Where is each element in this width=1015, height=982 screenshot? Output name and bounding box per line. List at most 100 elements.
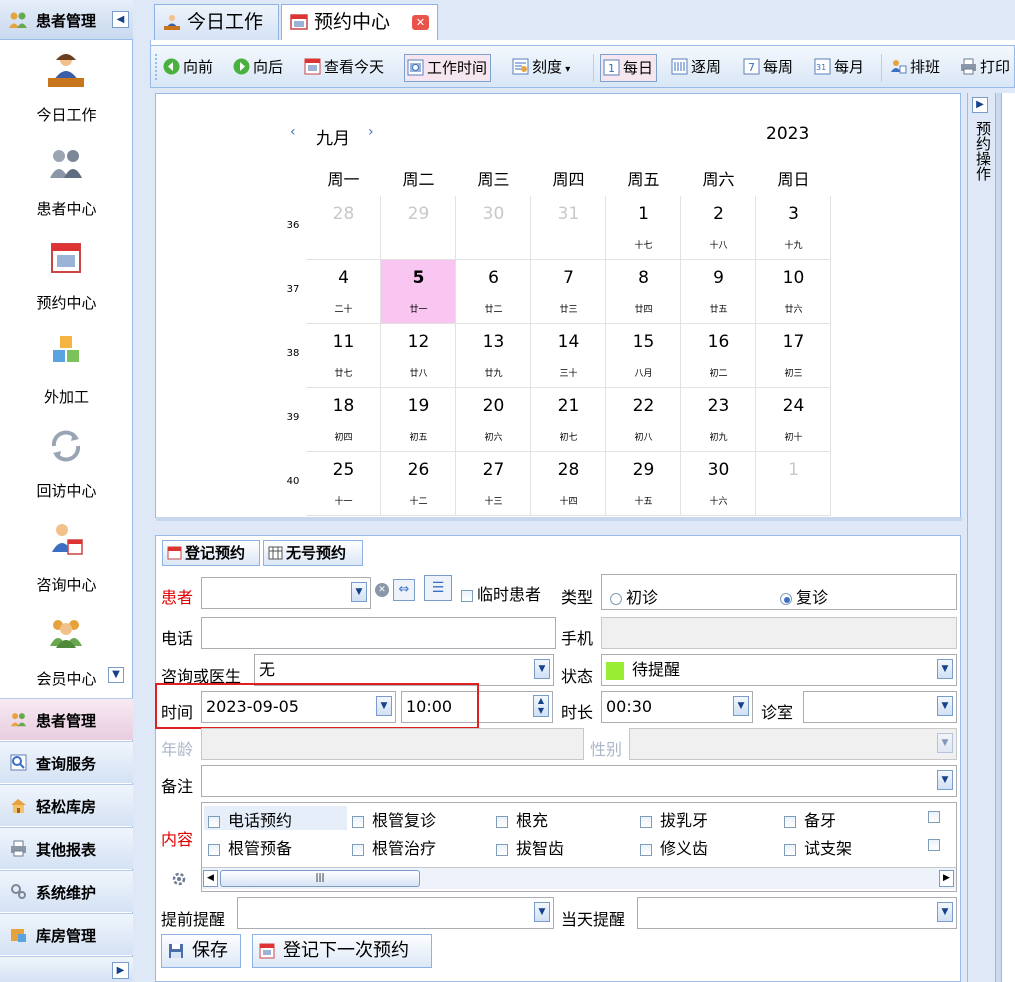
nav-today-work[interactable]: 今日工作	[0, 46, 133, 140]
chevron-down-icon[interactable]: ▼	[937, 659, 953, 679]
scroll-left-button[interactable]: ◀	[203, 870, 218, 887]
calendar-day[interactable]: 29	[381, 196, 456, 260]
checkbox-box[interactable]	[496, 843, 508, 856]
collapse-sidebar-button[interactable]: ◀	[112, 11, 129, 28]
content-checkbox[interactable]: 根管预备	[208, 835, 292, 859]
print-button[interactable]: 打印	[958, 54, 1010, 82]
accordion-patient-management[interactable]: 患者管理	[0, 698, 133, 740]
checkbox-box[interactable]	[208, 815, 220, 828]
calendar-day[interactable]: 1 十七	[606, 196, 681, 260]
nav-followup-center[interactable]: 回访中心	[0, 422, 133, 516]
list-icon[interactable]: ☰	[424, 575, 452, 601]
calendar-day[interactable]: 9 廿五	[681, 260, 756, 324]
chevron-down-icon[interactable]: ▼	[937, 696, 953, 716]
checkbox-box[interactable]	[640, 843, 652, 856]
radio-return-visit[interactable]: 复诊	[780, 583, 828, 613]
spinner-arrows-icon[interactable]: ▲ ▼	[533, 695, 549, 717]
clipped-checkbox[interactable]	[928, 811, 940, 823]
temp-patient-checkbox[interactable]: 临时患者	[461, 581, 541, 605]
scroll-down-button[interactable]: ▼	[108, 667, 124, 683]
gender-select[interactable]: ▼	[629, 728, 957, 760]
next-button[interactable]: 向后	[231, 54, 283, 82]
filter-icon[interactable]: ⇔	[393, 579, 415, 601]
calendar-day[interactable]: 3 十九	[756, 196, 831, 260]
chevron-down-icon[interactable]: ▼	[351, 582, 367, 602]
radio-first-visit[interactable]: 初诊	[610, 583, 658, 613]
tab-appointment-center[interactable]: 预约中心 ✕	[281, 4, 438, 40]
mobile-input[interactable]	[601, 617, 957, 649]
prev-month-chevron-icon[interactable]: ‹	[290, 124, 296, 140]
accordion-other-reports[interactable]: 其他报表	[0, 827, 133, 869]
calendar-day[interactable]: 8 廿四	[606, 260, 681, 324]
content-checkbox[interactable]: 电话预约	[208, 807, 292, 831]
work-time-button[interactable]: 工作时间	[404, 54, 492, 82]
scale-dropdown[interactable]: 刻度 ▾	[510, 54, 570, 82]
calendar-day[interactable]: 6 廿二	[456, 260, 531, 324]
chevron-down-icon[interactable]: ▼	[937, 733, 953, 753]
by-week-view-button[interactable]: 逐周	[669, 54, 721, 82]
calendar-day[interactable]: 27 十三	[456, 452, 531, 516]
chevron-down-icon[interactable]: ▼	[937, 770, 953, 790]
patient-combobox[interactable]: ▼	[201, 577, 371, 609]
nav-member-center[interactable]: 会员中心 ▼	[0, 610, 133, 704]
checkbox-box[interactable]	[208, 843, 220, 856]
age-input[interactable]	[201, 728, 584, 760]
calendar-day[interactable]: 25 十一	[306, 452, 381, 516]
calendar-day[interactable]: 30 十六	[681, 452, 756, 516]
save-button[interactable]: 保存	[161, 934, 241, 968]
checkbox-box[interactable]	[640, 815, 652, 828]
radio-circle[interactable]	[610, 592, 622, 605]
schedule-button[interactable]: 排班	[888, 54, 940, 82]
content-checkbox[interactable]: 拔乳牙	[640, 807, 708, 831]
advance-reminder-select[interactable]: ▼	[237, 897, 554, 929]
register-next-appointment-button[interactable]: 登记下一次预约	[252, 934, 432, 968]
tab-today-work[interactable]: 今日工作	[154, 4, 279, 40]
monthly-view-button[interactable]: 31 每月	[812, 54, 864, 82]
checkbox-box[interactable]	[352, 815, 364, 828]
tab-unnumbered-appointment[interactable]: 无号预约	[263, 540, 363, 566]
phone-input[interactable]	[201, 617, 556, 649]
horizontal-scrollbar[interactable]: ◀ ||| ▶	[202, 867, 956, 889]
calendar-day[interactable]: 30	[456, 196, 531, 260]
prev-button[interactable]: 向前	[161, 54, 213, 82]
note-combobox[interactable]: ▼	[201, 765, 957, 797]
content-checkbox[interactable]: 试支架	[784, 835, 852, 859]
radio-circle-selected[interactable]	[780, 592, 792, 605]
duration-select[interactable]: 00:30 ▼	[601, 691, 753, 723]
next-month-chevron-icon[interactable]: ›	[368, 124, 374, 140]
accordion-storage-management[interactable]: 库房管理	[0, 913, 133, 955]
chevron-down-icon[interactable]: ▼	[937, 902, 953, 922]
checkbox-box[interactable]	[784, 843, 796, 856]
calendar-day[interactable]: 1	[756, 452, 831, 516]
accordion-system-maintenance[interactable]: 系统维护	[0, 870, 133, 912]
status-select[interactable]: 待提醒 ▼	[601, 654, 957, 686]
calendar-day[interactable]: 11 廿七	[306, 324, 381, 388]
accordion-easy-warehouse[interactable]: 轻松库房	[0, 784, 133, 826]
settings-gear-icon[interactable]	[171, 871, 187, 887]
checkbox-box[interactable]	[784, 815, 796, 828]
content-checkbox[interactable]: 拔智齿	[496, 835, 564, 859]
nav-consult-center[interactable]: 咨询中心	[0, 516, 133, 610]
content-checkbox[interactable]: 备牙	[784, 807, 836, 831]
calendar-day[interactable]: 16 初二	[681, 324, 756, 388]
calendar-day[interactable]: 2 十八	[681, 196, 756, 260]
chevron-down-icon[interactable]: ▼	[534, 902, 550, 922]
checkbox-box[interactable]	[496, 815, 508, 828]
calendar-day[interactable]: 29 十五	[606, 452, 681, 516]
room-select[interactable]: ▼	[803, 691, 957, 723]
weekly-view-button[interactable]: 7 每周	[741, 54, 793, 82]
clipped-checkbox[interactable]	[928, 839, 940, 851]
calendar-day[interactable]: 13 廿九	[456, 324, 531, 388]
calendar-day[interactable]: 18 初四	[306, 388, 381, 452]
close-tab-icon[interactable]: ✕	[412, 15, 429, 30]
clear-icon[interactable]: ✕	[375, 583, 389, 597]
expand-panel-button[interactable]: ▶	[972, 97, 988, 113]
content-checkbox[interactable]: 根管治疗	[352, 835, 436, 859]
chevron-down-icon[interactable]: ▼	[534, 659, 550, 679]
checkbox-box[interactable]	[461, 589, 473, 602]
calendar-day[interactable]: 14 三十	[531, 324, 606, 388]
calendar-day[interactable]: 12 廿八	[381, 324, 456, 388]
calendar-day-selected[interactable]: 5 廿一	[381, 260, 456, 324]
nav-outsourcing[interactable]: 外加工	[0, 328, 133, 422]
doctor-select[interactable]: 无 ▼	[254, 654, 554, 686]
